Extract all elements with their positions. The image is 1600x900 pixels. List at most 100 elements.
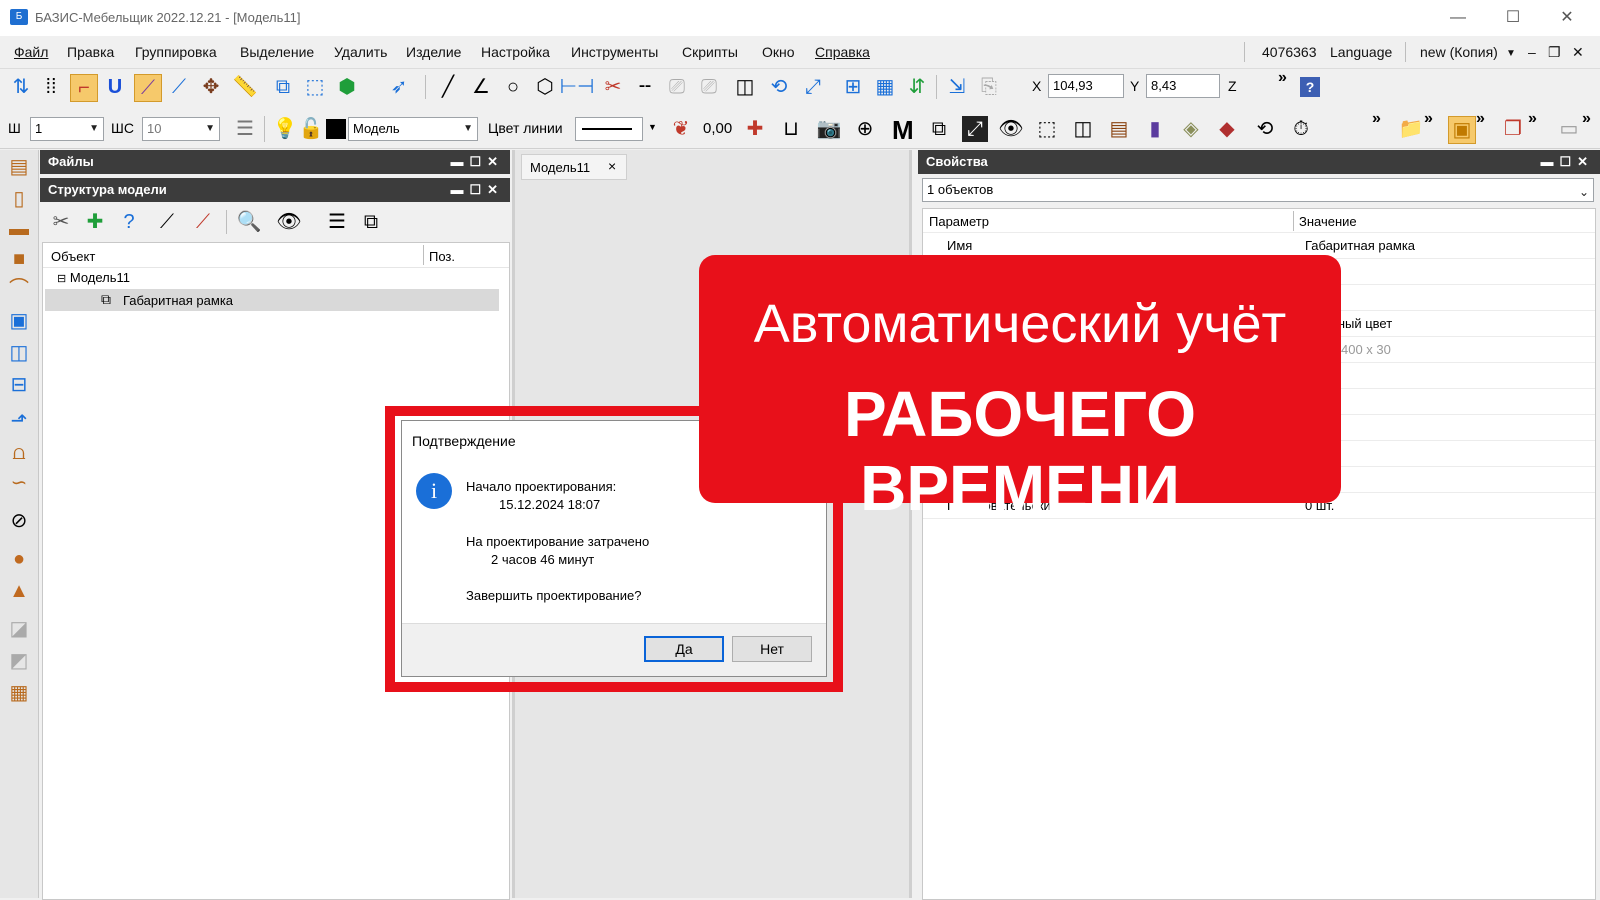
tools-icon[interactable]: ✂ (48, 209, 74, 235)
layer-color-swatch[interactable] (326, 119, 346, 139)
chevron-down-icon[interactable]: ▼ (648, 122, 657, 132)
question-icon[interactable]: ? (116, 209, 142, 235)
tree-item-model[interactable]: ⊟ Модель11 (57, 270, 130, 285)
document-tab[interactable]: Модель11 × (521, 154, 627, 180)
rotate-icon[interactable]: ⟲ (766, 74, 792, 100)
language-menu[interactable]: Language (1330, 44, 1392, 60)
copy-icon[interactable]: ⧉ (926, 116, 952, 142)
menu-selection[interactable]: Выделение (240, 44, 314, 60)
link-icon[interactable]: ⟋ (154, 209, 180, 235)
folder-icon[interactable]: 📁 (1398, 116, 1424, 142)
profile-selector[interactable]: new (Копия) (1420, 44, 1498, 60)
sphere-icon[interactable]: ● (6, 546, 32, 572)
object-selector[interactable]: 1 объектов ⌄ (922, 178, 1594, 202)
polygon-tool-icon[interactable]: ⬡ (532, 74, 558, 100)
door-icon[interactable]: ▮ (1142, 116, 1168, 142)
maximize-button[interactable]: ☐ (1493, 6, 1533, 30)
circle-tool-icon[interactable]: ○ (500, 74, 526, 100)
dimension-icon[interactable]: ⊢⊣ (560, 74, 595, 100)
front-panel-icon[interactable]: ■ (6, 246, 32, 272)
texture-icon[interactable]: ◈ (1178, 116, 1204, 142)
help-icon[interactable]: ? (1300, 77, 1320, 97)
minimize-button[interactable]: — (1438, 6, 1478, 30)
visibility-icon[interactable]: 👁 (276, 209, 302, 235)
overflow-chevron-icon[interactable]: » (1424, 110, 1433, 128)
find-icon[interactable]: 🔍 (236, 209, 262, 235)
mdi-restore-button[interactable]: ❐ (1548, 44, 1561, 61)
arch-icon[interactable]: ⩍ (6, 440, 32, 466)
camera-icon[interactable]: 📷 (816, 116, 842, 142)
snap-point-icon[interactable]: ⟋ (166, 74, 192, 100)
add-item-icon[interactable]: ✚ (82, 209, 108, 235)
stopwatch-icon[interactable]: ⏱ (1288, 116, 1314, 142)
menu-product[interactable]: Изделие (406, 44, 461, 60)
menu-tools[interactable]: Инструменты (571, 44, 658, 60)
ruler-icon[interactable]: 📏 (232, 74, 258, 100)
arrow-icon[interactable]: ➶ (386, 74, 412, 100)
panel-controls[interactable]: ▬☐✕ (1540, 150, 1594, 174)
tree-item-frame[interactable]: ⧉ Габаритная рамка (45, 289, 499, 311)
facade-icon[interactable]: ▦ (6, 680, 32, 706)
expand-icon[interactable]: ⤢ (962, 116, 988, 142)
window-icon[interactable]: ▭ (1556, 116, 1582, 142)
panel-stack-icon[interactable]: ▤ (1106, 116, 1132, 142)
group-icon[interactable]: ⧉ (358, 209, 384, 235)
snap-line-icon[interactable]: ⟋ (134, 74, 162, 102)
mdi-minimize-button[interactable]: – (1528, 44, 1536, 60)
view-icon[interactable]: 👁 (998, 116, 1024, 142)
lock-icon[interactable]: 🔓 (298, 116, 324, 142)
menu-scripts[interactable]: Скрипты (682, 44, 738, 60)
menu-file[interactable]: Файл (14, 44, 48, 60)
panel-controls[interactable]: ▬☐✕ (450, 178, 504, 202)
layers-stack-icon[interactable]: ☰ (232, 116, 258, 142)
menu-edit[interactable]: Правка (67, 44, 114, 60)
frame-icon[interactable]: ▣ (6, 308, 32, 334)
m-tool-button[interactable]: M (892, 115, 914, 146)
history-icon[interactable]: ⟲ (1252, 116, 1278, 142)
list-icon[interactable]: ☰ (324, 209, 350, 235)
ws-combo[interactable]: 10 ▼ (142, 117, 220, 141)
cabinet-icon[interactable]: ◫ (1070, 116, 1096, 142)
remove-item-icon[interactable]: ⟋ (190, 209, 216, 235)
close-icon[interactable]: × (608, 158, 616, 174)
arrange-icon[interactable]: ⇵ (904, 74, 930, 100)
select-icon[interactable]: ⬚ (302, 74, 328, 100)
close-window-button[interactable]: ✕ (1547, 6, 1587, 30)
scale-icon[interactable]: ⤢ (800, 74, 826, 100)
vertical-panel-icon[interactable]: ▯ (6, 186, 32, 212)
overflow-chevron-icon[interactable]: » (1278, 69, 1287, 87)
package-icon[interactable]: ▣ (1448, 116, 1476, 144)
grid-dots-icon[interactable]: ⁞⁞ (38, 74, 64, 100)
mirror-icon[interactable]: ◫ (732, 74, 758, 100)
box-icon[interactable]: ⬚ (1034, 116, 1060, 142)
material-icon[interactable]: ❦ (668, 116, 694, 142)
menu-help[interactable]: Справка (815, 44, 870, 60)
windows-icon[interactable]: ❐ (1500, 116, 1526, 142)
mdi-close-button[interactable]: ✕ (1572, 44, 1584, 61)
profile-icon[interactable]: ⊘ (6, 508, 32, 534)
snap-icon[interactable]: ⇅ (8, 74, 34, 100)
collapse-icon[interactable]: ⊟ (57, 273, 66, 285)
import-icon[interactable]: ⇲ (944, 74, 970, 100)
no-button[interactable]: Нет (732, 636, 812, 662)
panel-icon[interactable]: ▤ (6, 154, 32, 180)
box-3d-icon[interactable]: ◆ (1214, 116, 1240, 142)
layer-combo[interactable]: Модель ▼ (348, 117, 478, 141)
plug-icon[interactable]: ✚ (742, 116, 768, 142)
horizontal-frame-icon[interactable]: ⊟ (6, 372, 32, 398)
y-coordinate-input[interactable]: 8,43 (1146, 74, 1220, 98)
magnet-icon[interactable]: U (102, 74, 128, 100)
snap-endpoint-icon[interactable]: ⌐ (70, 74, 98, 102)
array-icon[interactable]: ⊞ (840, 74, 866, 100)
line-style-combo[interactable] (575, 117, 643, 141)
menu-settings[interactable]: Настройка (481, 44, 550, 60)
grid-array-icon[interactable]: ▦ (872, 74, 898, 100)
menu-grouping[interactable]: Группировка (135, 44, 217, 60)
menu-delete[interactable]: Удалить (334, 44, 387, 60)
horizontal-panel-icon[interactable]: ▬ (6, 216, 32, 242)
bend-icon[interactable]: ∽ (6, 470, 32, 496)
column-object[interactable]: Объект (51, 249, 95, 264)
angle-tool-icon[interactable]: ∠ (468, 74, 494, 100)
curved-panel-icon[interactable]: ⌒ (6, 276, 32, 302)
layers-icon[interactable]: ⧉ (270, 74, 296, 100)
